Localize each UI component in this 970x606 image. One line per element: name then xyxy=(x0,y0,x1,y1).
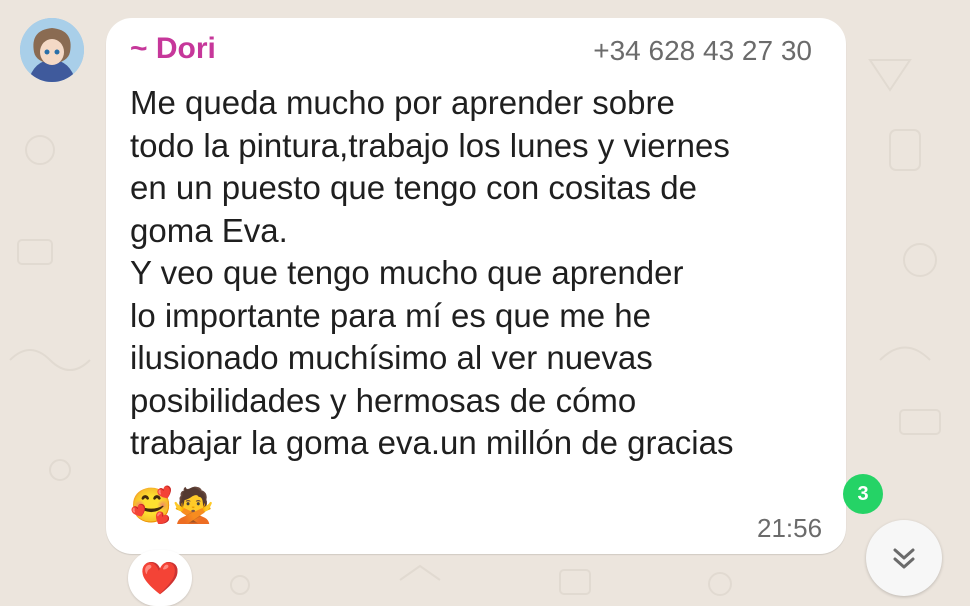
message-time: 21:56 xyxy=(757,513,823,543)
avatar-anime-girl-icon xyxy=(20,18,84,82)
heart-icon: ❤️ xyxy=(140,560,180,596)
sender-phone: +34 628 43 27 30 xyxy=(593,35,812,66)
sender-name[interactable]: ~ Dori xyxy=(130,32,216,66)
scroll-to-bottom-button[interactable] xyxy=(866,520,942,596)
avatar[interactable] xyxy=(20,18,84,82)
heart-reaction[interactable]: ❤️ xyxy=(128,550,192,606)
unread-count-badge: 3 xyxy=(843,474,883,514)
message-text: Me queda mucho por aprender sobre todo l… xyxy=(130,84,734,461)
unread-count: 3 xyxy=(857,482,869,505)
double-chevron-down-icon xyxy=(893,548,915,569)
message-emojis: 🥰🙅 xyxy=(130,486,215,526)
